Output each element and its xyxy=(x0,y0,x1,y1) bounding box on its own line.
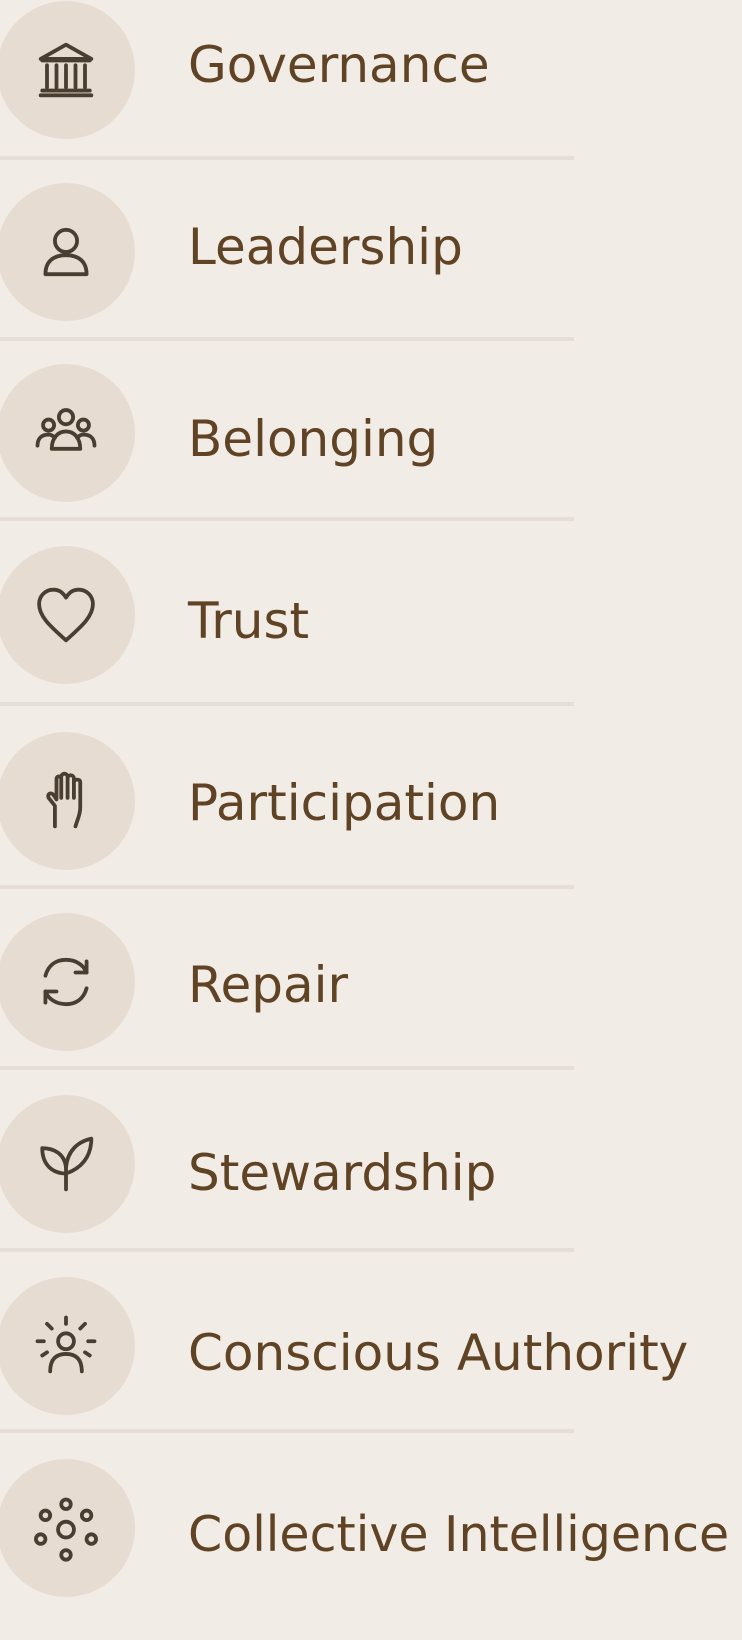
menu-item-label: Governance xyxy=(188,36,490,94)
divider xyxy=(0,337,574,341)
divider xyxy=(0,1248,574,1252)
menu-item-label: Stewardship xyxy=(188,1144,497,1202)
person-icon xyxy=(43,227,89,277)
menu-item-trust[interactable]: Trust xyxy=(0,546,742,728)
icon-badge xyxy=(0,1277,135,1415)
divider xyxy=(0,1429,574,1433)
divider xyxy=(0,156,574,160)
refresh-cycle-icon xyxy=(43,957,89,1007)
menu-item-label: Repair xyxy=(188,956,349,1014)
divider xyxy=(0,702,574,706)
icon-badge xyxy=(0,1459,135,1597)
raised-hand-icon xyxy=(46,771,83,829)
divider xyxy=(0,517,574,521)
network-cluster-icon xyxy=(34,1497,98,1562)
icon-badge xyxy=(0,183,135,321)
radiant-person-icon xyxy=(35,1315,97,1374)
group-icon xyxy=(35,408,97,451)
leaf-sprout-icon xyxy=(40,1136,94,1192)
topics-menu: Governance Leadership Belonging Trust Pa… xyxy=(0,0,742,1597)
icon-badge xyxy=(0,546,135,684)
heart-icon xyxy=(37,587,95,643)
menu-item-label: Conscious Authority xyxy=(188,1324,689,1382)
menu-item-collective-intelligence[interactable]: Collective Intelligence xyxy=(0,1458,742,1640)
icon-badge xyxy=(0,1095,135,1233)
menu-item-label: Belonging xyxy=(188,410,439,468)
bank-icon xyxy=(38,42,94,98)
icon-badge xyxy=(0,732,135,870)
icon-badge xyxy=(0,1,135,139)
divider xyxy=(0,885,574,889)
menu-item-label: Collective Intelligence xyxy=(188,1506,730,1563)
icon-badge xyxy=(0,364,135,502)
menu-item-label: Participation xyxy=(188,774,501,832)
icon-badge xyxy=(0,913,135,1051)
divider xyxy=(0,1066,574,1070)
menu-item-governance[interactable]: Governance xyxy=(0,0,742,182)
menu-item-label: Leadership xyxy=(188,218,463,276)
menu-item-label: Trust xyxy=(188,592,310,650)
